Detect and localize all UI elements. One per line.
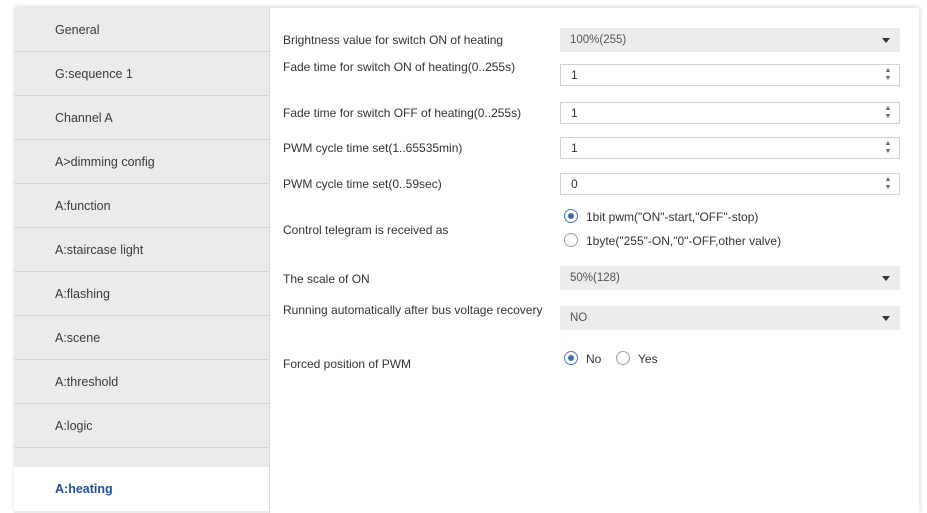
fade-on-spinbox[interactable]: 1 ▲ ▼ xyxy=(560,64,900,86)
spin-arrows-icon[interactable]: ▲ ▼ xyxy=(883,176,893,192)
fade-off-spinbox[interactable]: 1 ▲ ▼ xyxy=(560,102,900,124)
pwm-min-spinbox[interactable]: 1 ▲ ▼ xyxy=(560,137,900,159)
sidebar-item-label: Channel A xyxy=(55,111,113,125)
sidebar-item-label: A:function xyxy=(55,199,111,213)
fade-on-label: Fade time for switch ON of heating(0..25… xyxy=(283,60,516,74)
parameter-panel: Brightness value for switch ON of heatin… xyxy=(270,8,919,513)
pwm-min-value: 1 xyxy=(571,141,578,155)
sidebar-item-g-sequence-1[interactable]: G:sequence 1 xyxy=(14,52,269,96)
brightness-on-value: 100%(255) xyxy=(570,34,627,46)
scale-on-dropdown[interactable]: 50%(128) xyxy=(560,266,900,290)
forced-pwm-label: Forced position of PWM xyxy=(283,357,412,371)
sidebar-item-label: A:scene xyxy=(55,331,101,345)
pwm-sec-label: PWM cycle time set(0..59sec) xyxy=(283,177,442,191)
radio-selected-icon xyxy=(564,209,578,223)
sidebar-item-function[interactable]: A:function xyxy=(14,184,269,228)
sidebar-item-general[interactable]: General xyxy=(14,8,269,52)
running-auto-label: Running automatically after bus voltage … xyxy=(283,303,543,317)
scale-on-value: 50%(128) xyxy=(570,272,620,284)
spin-arrows-icon[interactable]: ▲ ▼ xyxy=(883,140,893,156)
scale-on-label: The scale of ON xyxy=(283,272,370,286)
sidebar-item-heating[interactable]: A:heating xyxy=(14,467,269,511)
fade-off-label: Fade time for switch OFF of heating(0..2… xyxy=(283,106,522,120)
radio-selected-icon xyxy=(564,351,578,365)
pwm-min-label: PWM cycle time set(1..65535min) xyxy=(283,141,463,155)
radio-forced-no-label: No xyxy=(586,352,602,366)
radio-1byte-label: 1byte("255"-ON,"0"-OFF,other valve) xyxy=(586,234,782,248)
radio-1bit-pwm-label: 1bit pwm("ON"-start,"OFF"-stop) xyxy=(586,210,759,224)
spin-arrows-icon[interactable]: ▲ ▼ xyxy=(883,67,893,83)
spin-arrows-icon[interactable]: ▲ ▼ xyxy=(883,105,893,121)
radio-unselected-icon xyxy=(616,351,630,365)
sidebar-item-label: A:flashing xyxy=(55,287,110,301)
sidebar-item-threshold[interactable]: A:threshold xyxy=(14,360,269,404)
sidebar-item-label: A>dimming config xyxy=(55,155,155,169)
control-telegram-label: Control telegram is received as xyxy=(283,223,449,237)
sidebar: General G:sequence 1 Channel A A>dimming… xyxy=(14,8,270,513)
pwm-sec-value: 0 xyxy=(571,177,578,191)
sidebar-item-logic[interactable]: A:logic xyxy=(14,404,269,448)
fade-on-value: 1 xyxy=(571,68,578,82)
sidebar-item-label: A:logic xyxy=(55,419,93,433)
fade-off-value: 1 xyxy=(571,106,578,120)
sidebar-item-label: A:staircase light xyxy=(55,243,144,257)
sidebar-item-staircase-light[interactable]: A:staircase light xyxy=(14,228,269,272)
radio-forced-yes-label: Yes xyxy=(638,352,658,366)
sidebar-item-label: A:threshold xyxy=(55,375,119,389)
pwm-sec-spinbox[interactable]: 0 ▲ ▼ xyxy=(560,173,900,195)
sidebar-item-scene[interactable]: A:scene xyxy=(14,316,269,360)
sidebar-item-label: General xyxy=(55,23,100,37)
caret-down-icon xyxy=(882,316,890,321)
sidebar-item-dimming-config[interactable]: A>dimming config xyxy=(14,140,269,184)
running-auto-dropdown[interactable]: NO xyxy=(560,306,900,330)
radio-unselected-icon xyxy=(564,233,578,247)
sidebar-item-channel-a[interactable]: Channel A xyxy=(14,96,269,140)
caret-down-icon xyxy=(882,38,890,43)
sidebar-item-flashing[interactable]: A:flashing xyxy=(14,272,269,316)
app-window: General G:sequence 1 Channel A A>dimming… xyxy=(14,8,919,513)
sidebar-item-label: G:sequence 1 xyxy=(55,67,133,81)
brightness-on-dropdown[interactable]: 100%(255) xyxy=(560,28,900,52)
running-auto-value: NO xyxy=(570,312,588,324)
brightness-on-label: Brightness value for switch ON of heatin… xyxy=(283,33,504,47)
caret-down-icon xyxy=(882,276,890,281)
sidebar-item-label: A:heating xyxy=(55,482,113,496)
